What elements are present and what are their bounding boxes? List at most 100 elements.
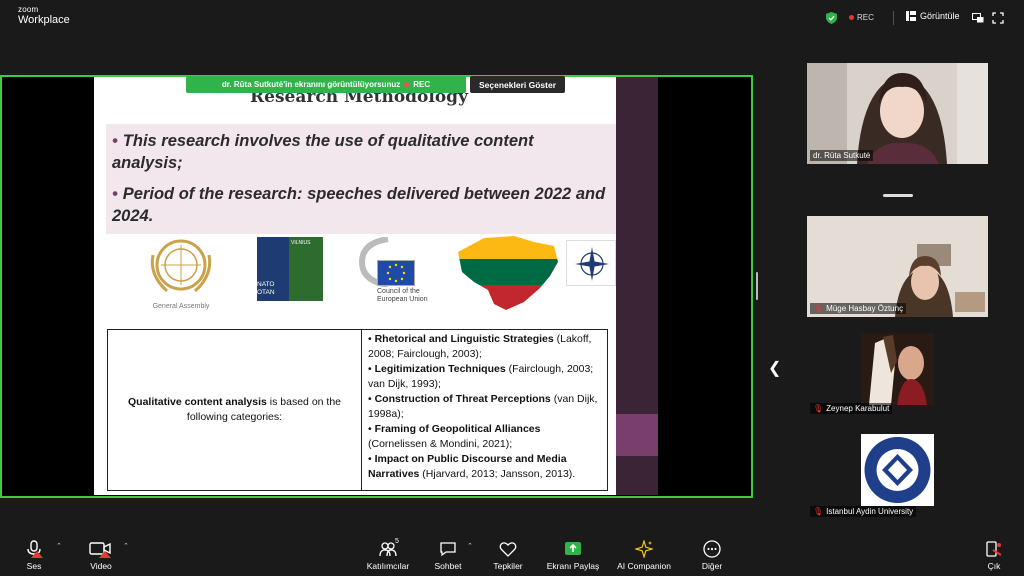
university-logo-image [861, 434, 934, 506]
slide-bullet: • This research involves the use of quali… [112, 132, 534, 172]
participant-name-tag: 🎙 Istanbul Aydin University [810, 506, 917, 517]
chat-options-chevron-icon[interactable]: ⌃ [467, 542, 473, 550]
show-options-button[interactable]: Seçenekleri Göster [470, 76, 565, 93]
table-right-cell: • Rhetorical and Linguistic Strategies (… [362, 330, 607, 490]
table-left-cell: Qualitative content analysis is based on… [108, 330, 362, 490]
share-screen-label: Ekranı Paylaş [546, 561, 600, 571]
participants-icon: 5 [376, 538, 400, 558]
chevron-left-icon[interactable]: ❮ [768, 358, 781, 378]
banner-rec-dot-icon [404, 82, 410, 87]
ai-companion-button[interactable]: AI Companion [614, 540, 674, 571]
participant-name-tag: dr. Rūta Sutkutė [810, 150, 874, 161]
more-label: Diğer [701, 561, 723, 571]
shield-check-icon[interactable] [826, 12, 837, 24]
logo-bottom-text: Workplace [18, 14, 70, 26]
category-bold: Framing of Geopolitical Alliances [374, 423, 541, 435]
un-logo: General Assembly [139, 235, 223, 310]
participant-video [807, 63, 988, 164]
reactions-button[interactable]: Tepkiler [492, 540, 524, 571]
category-item: • Construction of Threat Perceptions (va… [368, 393, 598, 420]
chat-button[interactable]: Sohbet [433, 540, 463, 571]
eu-caption: Council of the European Union [377, 288, 457, 304]
logo-top-text: zoom [18, 5, 39, 14]
eu-caption-line2: European Union [377, 296, 428, 304]
un-caption: General Assembly [152, 303, 210, 310]
video-options-chevron-icon[interactable]: ⌃ [123, 542, 129, 550]
mic-muted-icon: 🎙 [813, 304, 824, 313]
share-screen-button[interactable]: Ekranı Paylaş [545, 540, 601, 571]
participant-name: dr. Rūta Sutkutė [813, 151, 871, 160]
more-button[interactable]: Diğer [699, 540, 725, 571]
category-ref: (Hjarvard, 2013; Jansson, 2013). [419, 468, 576, 480]
picture-in-picture-icon[interactable] [972, 12, 984, 24]
un-emblem-icon [150, 239, 212, 293]
mic-muted-icon: 🎙 [813, 507, 824, 516]
categories-table: Qualitative content analysis is based on… [107, 329, 608, 491]
participants-label: Katılımcılar [366, 561, 410, 571]
leave-button[interactable]: Çık [984, 540, 1004, 571]
fullscreen-icon[interactable] [992, 12, 1004, 24]
participant-name: Istanbul Aydin University [826, 507, 914, 516]
recording-indicator[interactable]: REC [849, 13, 874, 22]
view-button[interactable]: Görüntüle [906, 11, 960, 21]
nato-text: NATO OTAN [257, 281, 275, 297]
category-bold: Rhetorical and Linguistic Strategies [374, 333, 554, 345]
share-screen-icon [565, 542, 581, 555]
video-button[interactable]: Video [86, 540, 116, 571]
participant-name-tag: 🎙 Zeynep Karabulut [810, 403, 893, 414]
participants-count: 5 [395, 538, 399, 545]
zoom-meeting-window: zoom Workplace REC Görüntüle Research Me… [0, 0, 1024, 576]
recording-dot-icon [849, 15, 854, 20]
nato-star-icon [575, 247, 609, 281]
participant-tile[interactable]: 🎙 Istanbul Aydin University [807, 434, 988, 520]
leave-icon [986, 541, 1002, 557]
grid-icon [906, 11, 916, 21]
participant-name: Zeynep Karabulut [826, 404, 890, 413]
participant-tile[interactable]: 🎙 Zeynep Karabulut [807, 333, 988, 417]
participant-video [807, 216, 988, 317]
nato-panel: NATO OTAN [257, 237, 289, 301]
vilnius-panel: VILNIUS [289, 237, 323, 301]
meeting-toolbar: Ses ⌃ Video ⌃ 5 Katılımcılar Sohbet ⌃ Te… [0, 536, 1024, 576]
category-ref: (Cornelissen & Mondini, 2021); [368, 438, 513, 450]
participant-avatar-image [861, 333, 934, 405]
audio-button[interactable]: Ses [22, 540, 46, 571]
participants-button[interactable]: 5 Katılımcılar [364, 538, 412, 571]
category-bold: Construction of Threat Perceptions [374, 393, 551, 405]
eu-council-logo: Council of the European Union [358, 237, 458, 307]
panel-resize-handle[interactable] [756, 272, 758, 300]
logos-row: General Assembly NATO OTAN VILNIUS Counc… [94, 232, 616, 312]
heart-icon [499, 542, 517, 557]
participant-tile[interactable]: dr. Rūta Sutkutė [807, 63, 988, 164]
audio-label: Ses [26, 561, 42, 571]
reactions-label: Tepkiler [493, 561, 523, 571]
divider [893, 11, 894, 25]
mic-muted-icon: 🎙 [813, 404, 824, 413]
ai-companion-label: AI Companion [617, 561, 671, 571]
vilnius-text: VILNIUS [291, 240, 311, 246]
category-item: • Legitimization Techniques (Fairclough,… [368, 363, 594, 390]
participant-tile[interactable]: 🎙 Müge Hasbay Öztunç [807, 216, 988, 317]
audio-options-chevron-icon[interactable]: ⌃ [56, 542, 62, 550]
video-label: Video [90, 561, 112, 571]
zoom-logo: zoom Workplace [18, 6, 70, 26]
chat-label: Sohbet [434, 561, 462, 571]
table-left-bold: Qualitative content analysis [127, 396, 267, 409]
nato-star-logo [566, 240, 616, 286]
lithuania-map-icon [458, 236, 558, 310]
presentation-slide: Research Methodology • This research invo… [94, 77, 616, 495]
banner-rec-label: REC [413, 80, 431, 89]
viewing-share-banner: dr. Rūta Sutkutė'in ekranını görüntülüyo… [186, 76, 466, 93]
chat-icon [440, 542, 456, 557]
eu-flag-icon [377, 260, 415, 286]
participant-name-tag: 🎙 Müge Hasbay Öztunç [810, 303, 907, 314]
category-bold: Legitimization Techniques [374, 363, 506, 375]
category-item: • Rhetorical and Linguistic Strategies (… [368, 333, 592, 360]
top-bar: zoom Workplace REC Görüntüle [0, 0, 1024, 36]
sparkle-icon [635, 540, 653, 558]
microphone-muted-icon [27, 540, 43, 558]
view-label: Görüntüle [920, 11, 960, 21]
more-icon [703, 540, 721, 558]
panel-drag-handle[interactable] [883, 194, 913, 197]
slide-side-band [616, 414, 658, 456]
